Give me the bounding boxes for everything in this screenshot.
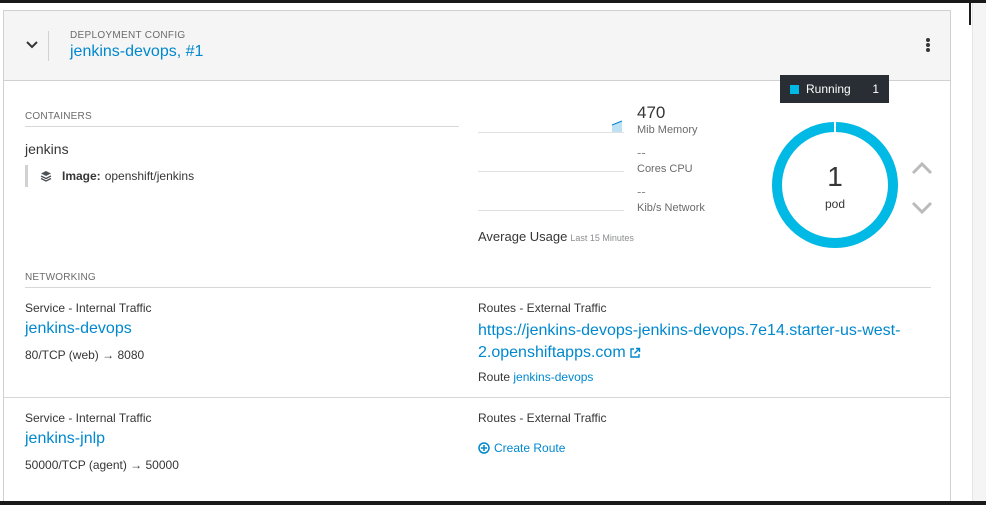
memory-sparkline bbox=[611, 120, 623, 132]
kebab-dot-icon bbox=[926, 38, 930, 42]
plus-circle-icon bbox=[478, 442, 490, 454]
create-route-label: Create Route bbox=[494, 441, 566, 455]
containers-section-label: CONTAINERS bbox=[25, 111, 92, 122]
containers-divider bbox=[25, 126, 459, 127]
routes-label: Routes - External Traffic bbox=[478, 411, 607, 425]
deployment-revision: , #1 bbox=[176, 43, 204, 60]
page-bottom-border bbox=[0, 501, 986, 505]
average-usage-label: Average Usage Last 15 Minutes bbox=[478, 229, 634, 244]
network-value: -- bbox=[637, 184, 646, 199]
collapse-toggle[interactable] bbox=[23, 35, 41, 55]
image-label: Image: bbox=[62, 169, 101, 183]
layers-icon bbox=[40, 171, 52, 182]
window-edge bbox=[969, 3, 971, 25]
container-name: jenkins bbox=[25, 141, 69, 157]
memory-unit: Mib Memory bbox=[637, 124, 698, 136]
kebab-dot-icon bbox=[926, 48, 930, 52]
cpu-sparkline-baseline bbox=[478, 171, 624, 172]
memory-value: 470 bbox=[637, 103, 666, 122]
route-name-link[interactable]: jenkins-devops bbox=[513, 370, 593, 384]
scrollbar[interactable] bbox=[972, 3, 986, 501]
kebab-dot-icon bbox=[926, 43, 930, 47]
service-ports: 50000/TCP (agent) → 50000 bbox=[25, 458, 179, 472]
external-link-icon bbox=[629, 347, 640, 358]
average-usage-range: Last 15 Minutes bbox=[570, 233, 634, 243]
cpu-value: -- bbox=[637, 145, 646, 160]
scale-down-button[interactable] bbox=[910, 199, 934, 217]
image-value: openshift/jenkins bbox=[104, 169, 195, 183]
networking-divider bbox=[25, 287, 931, 288]
deployment-config-card: DEPLOYMENT CONFIG jenkins-devops, #1 CON… bbox=[3, 10, 951, 505]
routes-label: Routes - External Traffic bbox=[478, 301, 607, 315]
service-divider bbox=[4, 397, 950, 398]
service-ports: 80/TCP (web) → 8080 bbox=[25, 348, 145, 362]
route-url-text: https://jenkins-devops-jenkins-devops.7e… bbox=[478, 322, 901, 361]
route-prefix: Route bbox=[478, 370, 511, 384]
page-top-border bbox=[0, 0, 986, 3]
tooltip-status: Running bbox=[806, 82, 851, 96]
chevron-down-icon bbox=[26, 41, 38, 49]
network-sparkline-baseline bbox=[478, 210, 624, 211]
scale-up-button[interactable] bbox=[910, 159, 934, 177]
deployment-config-title: jenkins-devops, #1 bbox=[70, 43, 203, 61]
chevron-up-icon bbox=[911, 161, 933, 175]
service-label: Service - Internal Traffic bbox=[25, 411, 152, 425]
service-link-jenkins-jnlp[interactable]: jenkins-jnlp bbox=[25, 430, 105, 448]
deployment-config-link[interactable]: jenkins-devops bbox=[70, 43, 177, 60]
cpu-unit: Cores CPU bbox=[637, 163, 693, 175]
create-route-link[interactable]: Create Route bbox=[478, 441, 565, 455]
memory-sparkline-baseline bbox=[478, 132, 624, 133]
pod-label: pod bbox=[824, 197, 846, 211]
networking-section-label: NETWORKING bbox=[25, 272, 96, 283]
chevron-down-icon bbox=[911, 201, 933, 215]
network-unit: Kib/s Network bbox=[637, 202, 705, 214]
route-name-row: Route jenkins-devops bbox=[478, 370, 593, 384]
pod-status-tooltip: Running 1 bbox=[780, 75, 889, 103]
running-swatch bbox=[790, 84, 799, 94]
header-divider bbox=[48, 31, 49, 61]
tooltip-count: 1 bbox=[872, 82, 879, 96]
pod-count: 1 bbox=[827, 161, 843, 192]
actions-kebab-menu[interactable] bbox=[924, 38, 932, 56]
card-header: DEPLOYMENT CONFIG jenkins-devops, #1 bbox=[4, 11, 950, 81]
route-url-link[interactable]: https://jenkins-devops-jenkins-devops.7e… bbox=[478, 320, 938, 364]
service-label: Service - Internal Traffic bbox=[25, 301, 152, 315]
deployment-config-label: DEPLOYMENT CONFIG bbox=[70, 30, 186, 41]
average-usage-title: Average Usage bbox=[478, 229, 568, 244]
service-link-jenkins-devops[interactable]: jenkins-devops bbox=[25, 320, 132, 338]
container-image-row: Image: openshift/jenkins bbox=[25, 165, 194, 187]
